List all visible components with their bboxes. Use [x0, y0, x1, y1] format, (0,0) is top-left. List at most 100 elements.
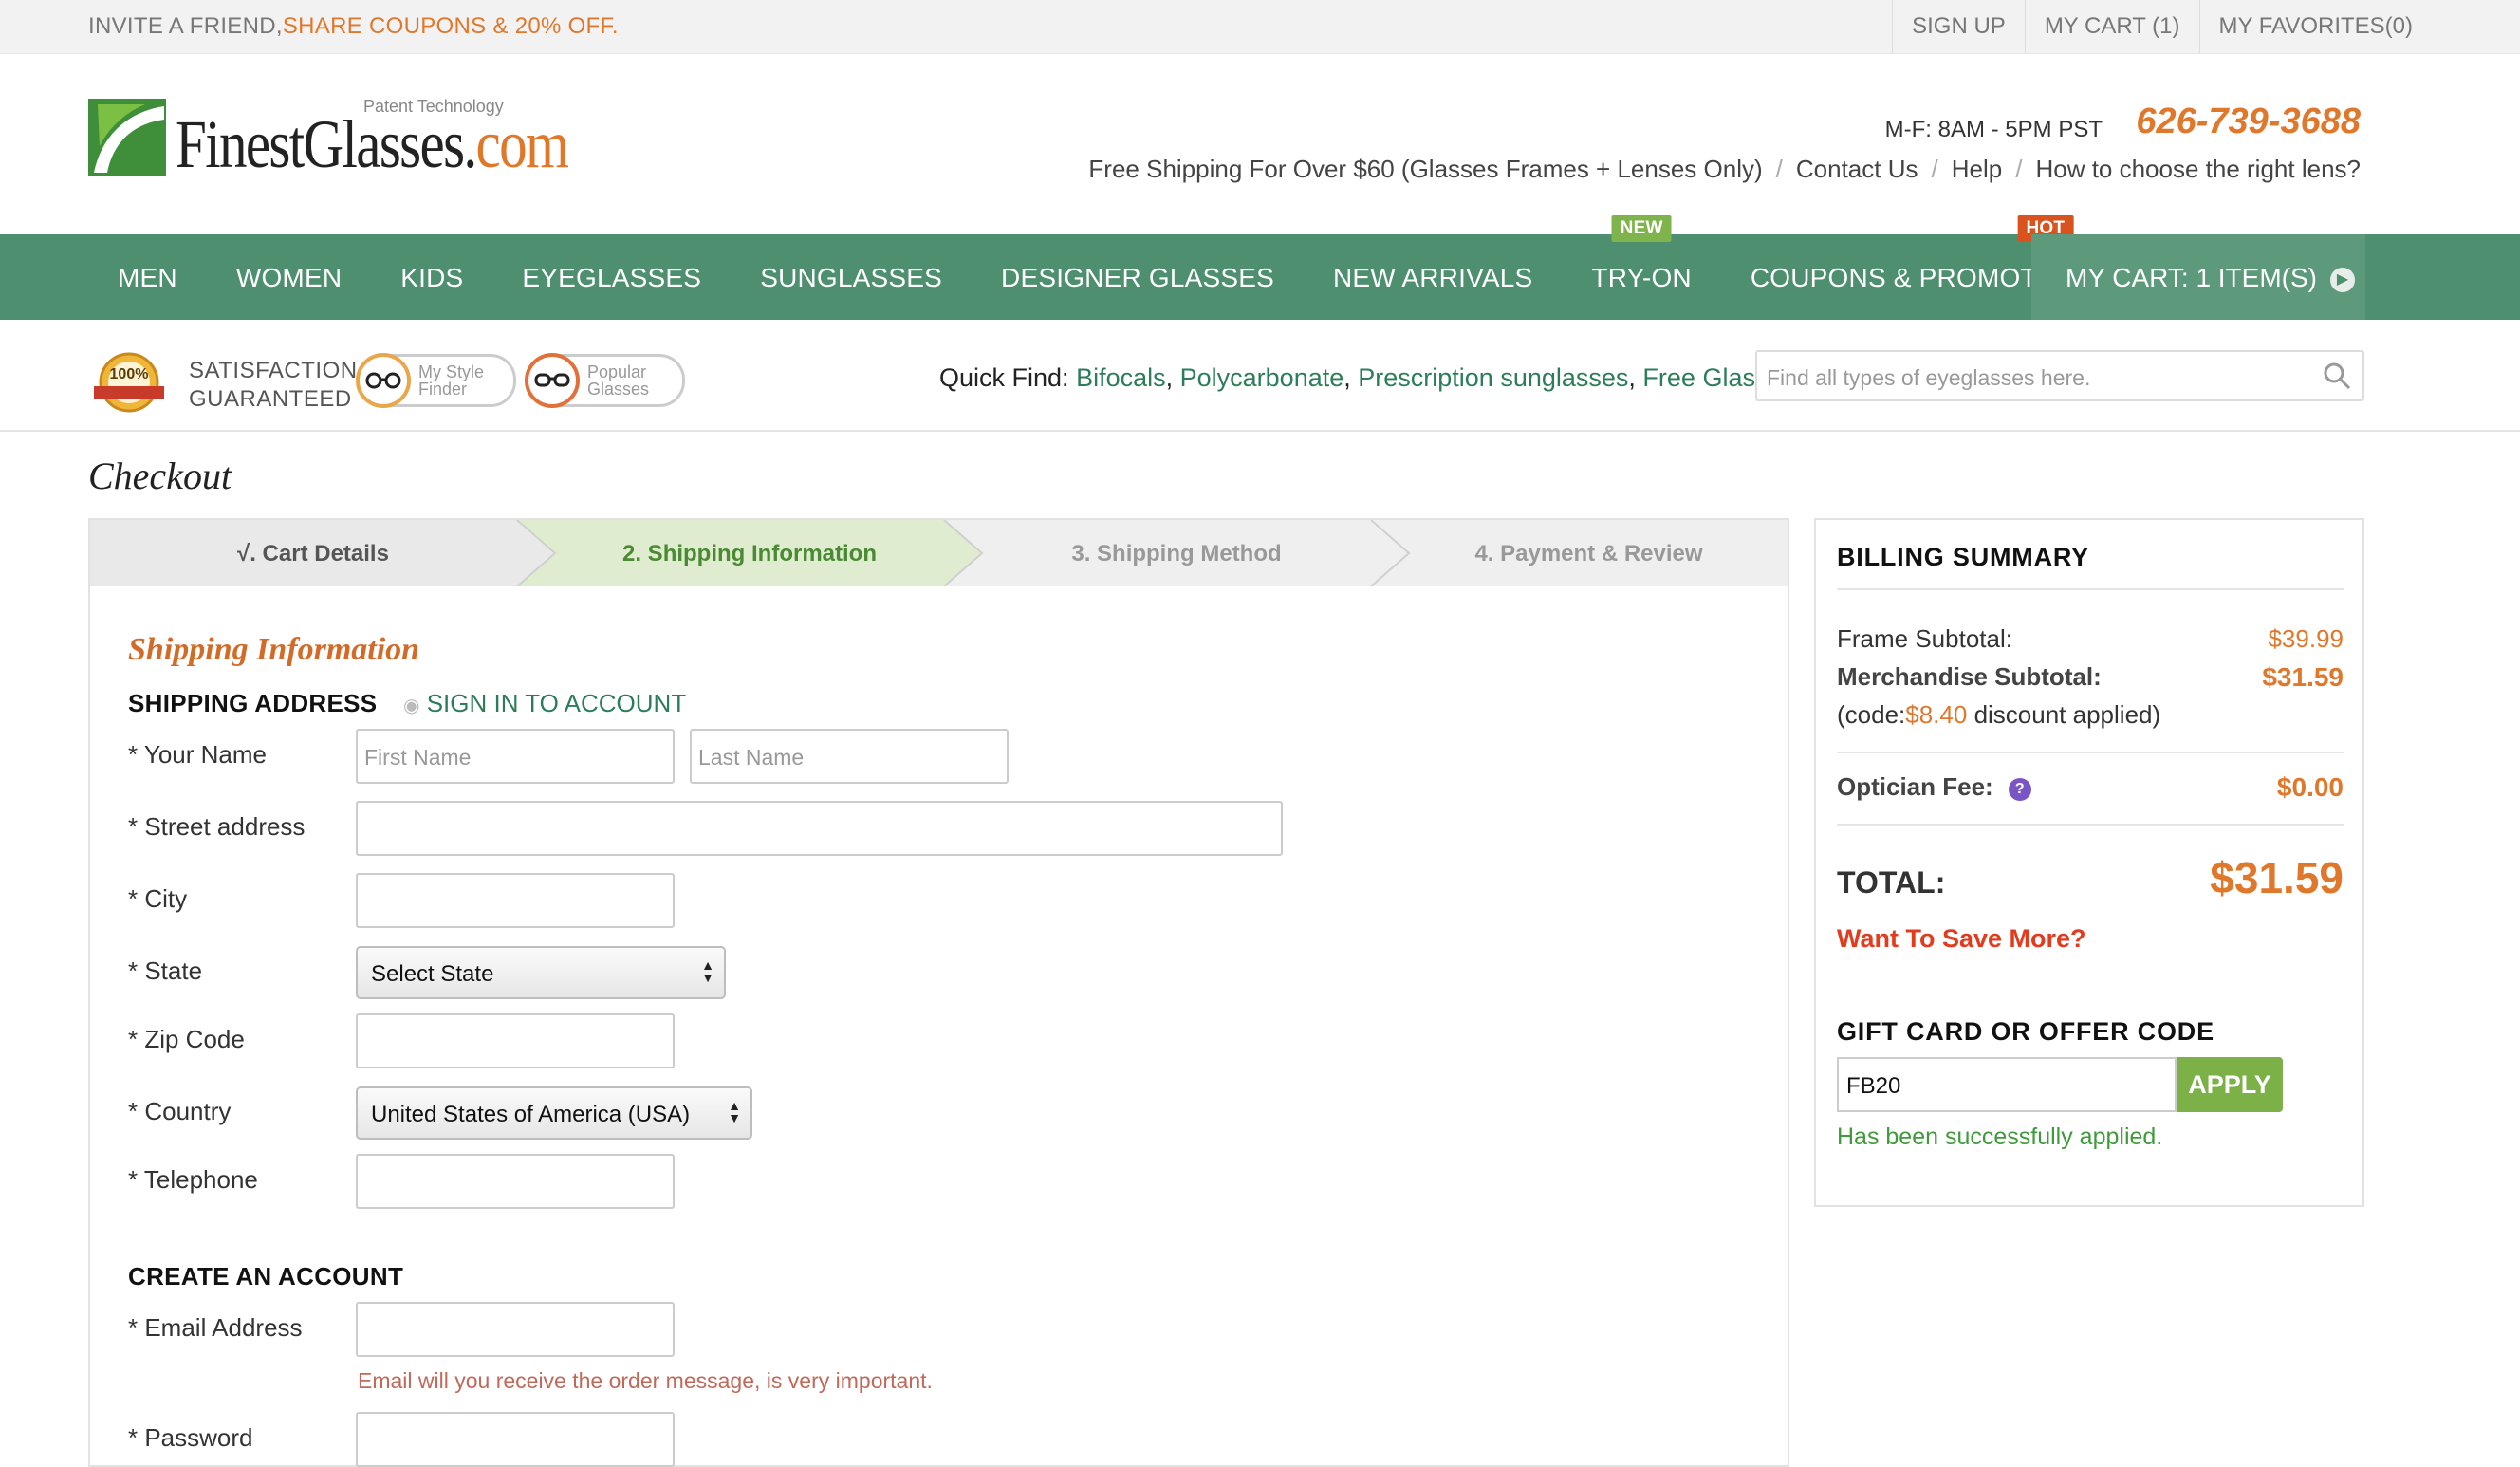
select-arrows-icon: ▲ ▼: [728, 1098, 741, 1125]
logo[interactable]: FinestGlasses.com Patent Technology: [88, 97, 569, 192]
step-payment-review: 4. Payment & Review: [1474, 541, 1703, 566]
quick-find-bifocals[interactable]: Bifocals: [1076, 363, 1166, 392]
page-title: Checkout: [88, 455, 232, 497]
quick-find-label: Quick Find:: [939, 363, 1069, 392]
offer-code-input[interactable]: FB20: [1837, 1057, 2177, 1112]
sign-in-label: SIGN IN TO ACCOUNT: [426, 689, 687, 717]
create-account-heading: CREATE AN ACCOUNT: [128, 1262, 404, 1291]
country-select[interactable]: United States of America (USA) ▲ ▼: [356, 1086, 752, 1140]
search-icon[interactable]: [2323, 362, 2351, 390]
brand-com: com: [475, 106, 569, 182]
seal-text: 100%: [110, 366, 149, 382]
email-input[interactable]: [356, 1302, 675, 1357]
separator: /: [1775, 155, 1783, 183]
state-select[interactable]: Select State ▲ ▼: [356, 946, 726, 999]
step-cart-details[interactable]: √. Cart Details: [90, 520, 536, 586]
frame-subtotal-row: Frame Subtotal: $39.99: [1837, 624, 2344, 654]
top-bar: INVITE A FRIEND,SHARE COUPONS & 20% OFF.…: [0, 0, 2520, 54]
main-nav: MEN WOMEN KIDS EYEGLASSES SUNGLASSES DES…: [0, 215, 2520, 320]
want-to-save-more-link[interactable]: Want To Save More?: [1837, 924, 2086, 954]
guarantee-line1: SATISFACTION: [189, 358, 358, 383]
sub-header: 100% SATISFACTION GUARANTEED My Style Fin…: [0, 320, 2520, 432]
my-favorites-link[interactable]: MY FAVORITES(0): [2198, 0, 2432, 53]
help-link[interactable]: Help: [1952, 155, 2002, 184]
checkout-panel: √. Cart Details 2. Shipping Information …: [88, 518, 1789, 1467]
merchandise-subtotal-value: $31.59: [2262, 662, 2344, 692]
guarantee-seal-icon: 100%: [88, 350, 170, 420]
discount-prefix: (code:: [1837, 700, 1906, 729]
nav-cart-label: MY CART: 1 ITEM(S): [2066, 263, 2318, 292]
style-finder-button[interactable]: My Style Finder: [356, 353, 516, 408]
optician-fee-value: $0.00: [2276, 772, 2344, 802]
total-value: $31.59: [2210, 853, 2344, 902]
sign-up-link[interactable]: SIGN UP: [1892, 0, 2025, 53]
checkout-steps: √. Cart Details 2. Shipping Information …: [90, 520, 1788, 586]
last-name-input[interactable]: Last Name: [690, 729, 1009, 784]
nav-sunglasses[interactable]: SUNGLASSES: [731, 234, 972, 320]
phone-number[interactable]: 626-739-3688: [2136, 102, 2361, 142]
invite-promo[interactable]: INVITE A FRIEND,SHARE COUPONS & 20% OFF.: [88, 13, 619, 40]
nav-men[interactable]: MEN: [88, 234, 207, 320]
select-arrows-icon: ▲ ▼: [701, 957, 714, 985]
nav-designer-glasses[interactable]: DESIGNER GLASSES: [972, 234, 1304, 320]
free-shipping-link[interactable]: Free Shipping For Over $60 (Glasses Fram…: [1088, 155, 1762, 184]
total-row: TOTAL: $31.59: [1837, 853, 2344, 902]
glasses-icon: [356, 353, 411, 408]
patent-label: Patent Technology: [363, 97, 504, 116]
city-input[interactable]: [356, 873, 675, 928]
discount-suffix: discount applied): [1967, 700, 2161, 729]
nav-new-arrivals[interactable]: NEW ARRIVALS: [1304, 234, 1562, 320]
frame-subtotal-value: $39.99: [2268, 624, 2344, 653]
nav-kids[interactable]: KIDS: [371, 234, 492, 320]
discount-note: (code:$8.40 discount applied): [1837, 700, 2344, 730]
location-pin-icon: ◉: [403, 696, 420, 716]
sign-in-link[interactable]: ◉ SIGN IN TO ACCOUNT: [403, 689, 686, 718]
zip-code-input[interactable]: [356, 1013, 675, 1068]
telephone-input[interactable]: [356, 1154, 675, 1209]
state-value: Select State: [371, 961, 494, 987]
business-hours: M-F: 8AM - 5PM PST: [1884, 117, 2103, 142]
step-shipping-information[interactable]: 2. Shipping Information: [536, 520, 963, 586]
lens-guide-link[interactable]: How to choose the right lens?: [2035, 155, 2361, 184]
email-label: * Email Address: [128, 1313, 303, 1342]
merchandise-subtotal-row: Merchandise Subtotal: $31.59: [1837, 662, 2344, 692]
apply-button[interactable]: APPLY: [2177, 1057, 2283, 1112]
sunglasses-icon: [525, 353, 580, 408]
total-label: TOTAL:: [1837, 865, 1946, 900]
nav-my-cart[interactable]: MY CART: 1 ITEM(S) ▶: [2031, 234, 2365, 320]
separator: /: [2015, 155, 2023, 183]
divider: [1837, 824, 2344, 826]
quick-find-polycarbonate[interactable]: Polycarbonate: [1180, 363, 1344, 392]
popular-line2: Glasses: [587, 380, 650, 399]
street-address-input[interactable]: [356, 801, 1283, 856]
brand-main: FinestGlasses.: [176, 106, 477, 182]
city-label: * City: [128, 884, 188, 913]
billing-title: BILLING SUMMARY: [1837, 543, 2089, 571]
first-name-input[interactable]: First Name: [356, 729, 675, 784]
info-links: Free Shipping For Over $60 (Glasses Fram…: [1088, 155, 2361, 184]
quick-find-prescription-sunglasses[interactable]: Prescription sunglasses: [1358, 363, 1628, 392]
nav-try-on[interactable]: NEW TRY-ON: [1562, 215, 1720, 320]
optician-fee-row: Optician Fee:? $0.00: [1837, 772, 2344, 802]
step-shipping-method: 3. Shipping Method: [1071, 541, 1282, 566]
separator: /: [1931, 155, 1938, 183]
search-placeholder: Find all types of eyeglasses here.: [1767, 365, 2091, 390]
password-input[interactable]: [356, 1412, 675, 1467]
offer-code-value: FB20: [1846, 1073, 1901, 1099]
popular-line1: Popular: [587, 362, 647, 381]
contact-us-link[interactable]: Contact Us: [1796, 155, 1918, 184]
style-finder-line2: Finder: [418, 380, 468, 399]
nav-eyeglasses[interactable]: EYEGLASSES: [492, 234, 731, 320]
country-value: United States of America (USA): [371, 1102, 691, 1127]
discount-amount: $8.40: [1905, 700, 1968, 729]
chevron-right-icon: ▶: [2330, 267, 2356, 292]
optician-fee-label: Optician Fee:: [1837, 772, 1993, 801]
brand-name: FinestGlasses.com: [176, 110, 569, 178]
billing-summary: BILLING SUMMARY Frame Subtotal: $39.99 M…: [1814, 518, 2364, 1207]
nav-women[interactable]: WOMEN: [207, 234, 371, 320]
popular-glasses-button[interactable]: Popular Glasses: [525, 353, 685, 408]
my-cart-link[interactable]: MY CART (1): [2024, 0, 2199, 53]
help-icon[interactable]: ?: [2008, 778, 2031, 801]
search-input[interactable]: Find all types of eyeglasses here.: [1755, 350, 2364, 401]
state-label: * State: [128, 956, 203, 985]
